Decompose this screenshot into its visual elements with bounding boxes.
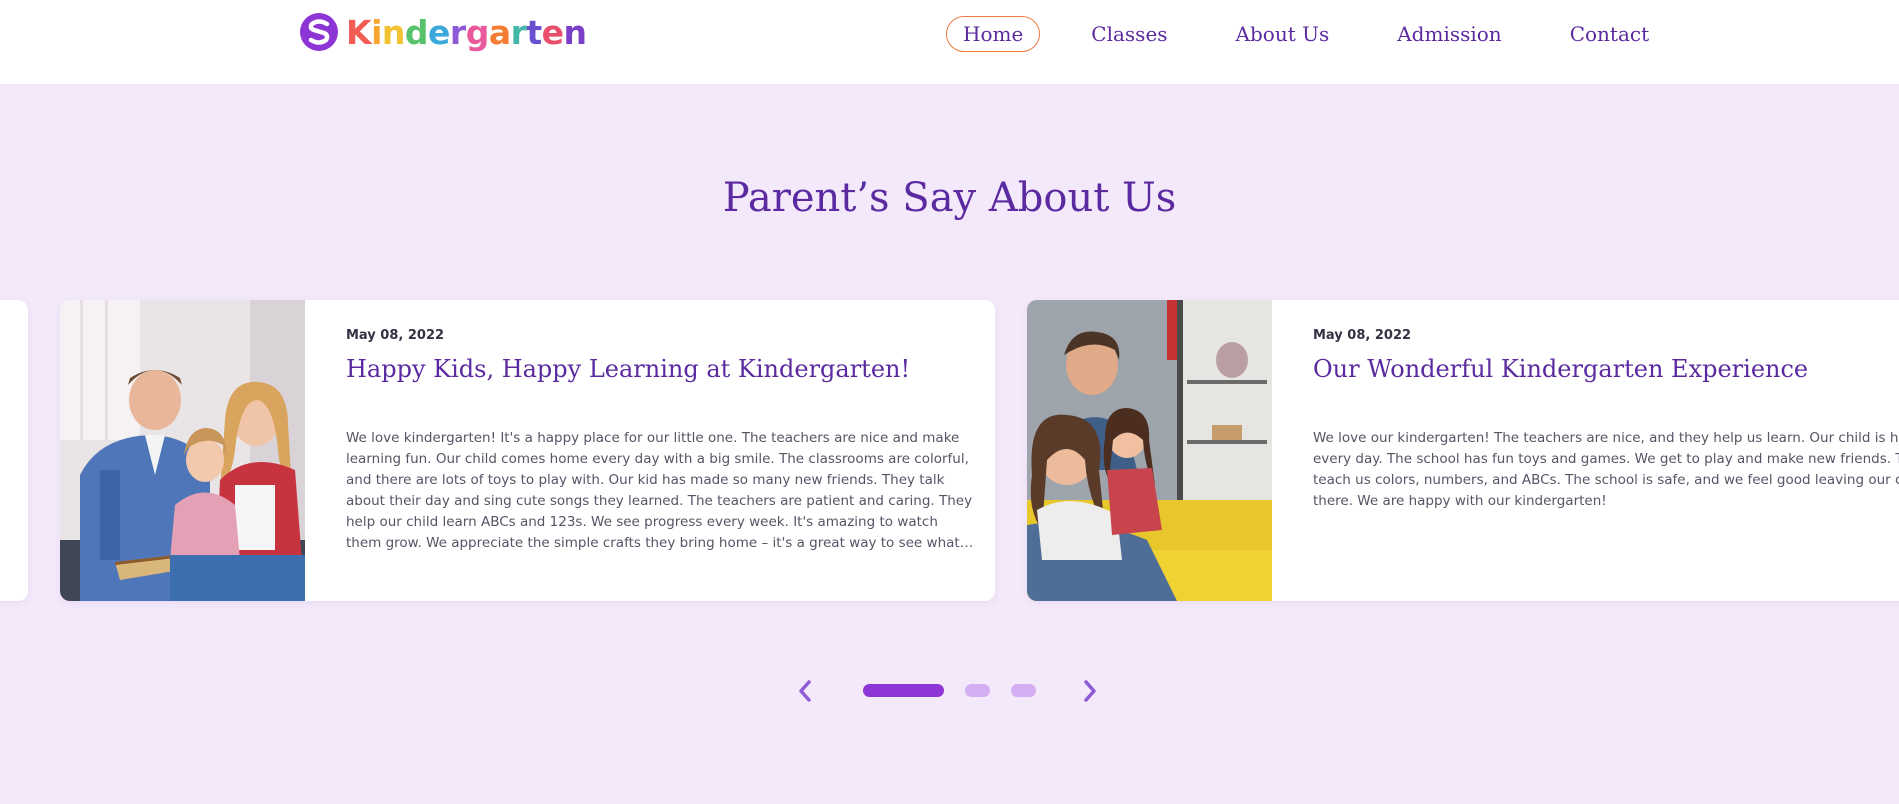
logo-letter: r [449,12,466,52]
nav-home[interactable]: Home [946,16,1041,52]
testimonial-date: May 08, 2022 [1313,328,1412,343]
testimonial-title[interactable]: Happy Kids, Happy Learning at Kindergart… [346,355,975,383]
logo-icon [300,13,338,51]
section-title: Parent’s Say About Us [722,175,1177,221]
testimonial-body: May 08, 2022 Happy Kids, Happy Learning … [346,328,975,554]
logo-letter: e [428,12,450,52]
logo-letter: n [381,12,406,52]
nav-contact[interactable]: Contact [1553,16,1666,52]
site-header: Kindergarten Home Classes About Us Admis… [0,0,1899,84]
logo-text: Kindergarten [346,13,587,52]
logo-letter: d [404,12,429,52]
testimonial-text: We love kindergarten! It's a happy place… [346,430,973,551]
logo-letter: n [563,12,588,52]
logo[interactable]: Kindergarten [300,10,587,54]
slider-controls [790,676,1110,706]
testimonial-body: May 08, 2022 Our Wonderful Kindergarten … [1313,328,1899,512]
slider-dot[interactable] [1011,684,1036,697]
family-photo [1027,300,1272,601]
slider-dot-active[interactable] [863,684,944,697]
logo-letter: i [371,12,382,52]
family-photo [60,300,305,601]
logo-letter: e [541,12,564,52]
testimonial-text: We love our kindergarten! The teachers a… [1313,430,1899,509]
logo-letter: K [346,12,372,52]
logo-letter: r [510,12,527,52]
logo-letter: t [526,12,542,52]
main-nav: Home Classes About Us Admission Contact [946,16,1700,52]
logo-letter: a [488,12,511,52]
testimonial-date: May 08, 2022 [346,328,445,343]
testimonial-card[interactable]: May 08, 2022 Happy Kids, Happy Learning … [60,300,995,601]
testimonial-title[interactable]: Our Wonderful Kindergarten Experience [1313,355,1899,383]
nav-admission[interactable]: Admission [1380,16,1518,52]
testimonial-card-previous[interactable] [0,300,28,601]
testimonial-card[interactable]: May 08, 2022 Our Wonderful Kindergarten … [1027,300,1899,601]
slider-dot[interactable] [965,684,990,697]
nav-classes[interactable]: Classes [1074,16,1184,52]
logo-letter: g [465,12,490,52]
chevron-right-icon[interactable] [1075,676,1105,706]
nav-about-us[interactable]: About Us [1219,16,1347,52]
chevron-left-icon[interactable] [790,676,820,706]
